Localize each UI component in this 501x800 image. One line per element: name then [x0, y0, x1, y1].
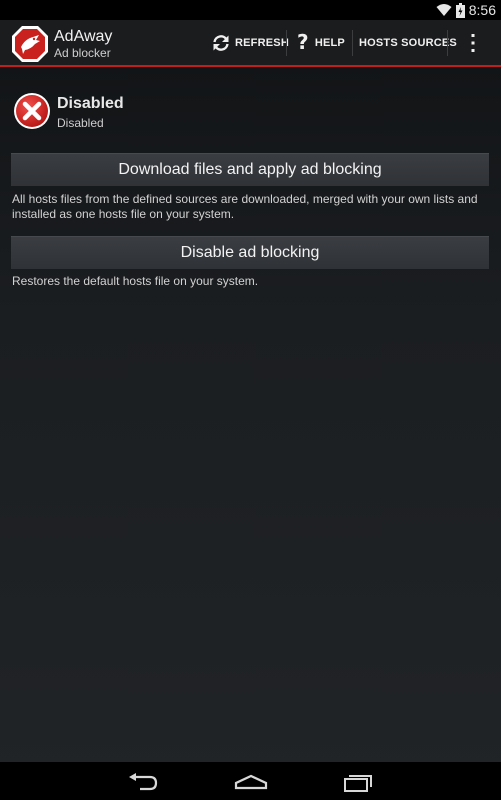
refresh-icon [213, 34, 229, 51]
home-icon[interactable] [234, 774, 268, 790]
adaway-logo-icon[interactable] [11, 25, 49, 63]
download-apply-button[interactable]: Download files and apply ad blocking [11, 153, 489, 186]
clock: 8:56 [468, 2, 496, 18]
action-divider [447, 30, 448, 56]
refresh-button[interactable]: REFRESH [211, 20, 289, 65]
disable-description: Restores the default hosts file on your … [12, 274, 259, 288]
recent-apps-icon[interactable] [343, 772, 373, 792]
wifi-icon [436, 4, 452, 16]
action-bar: AdAway Ad blocker REFRESH ? HELP HOSTS S… [0, 20, 501, 67]
status-bar: 8:56 [0, 0, 501, 20]
help-label: HELP [314, 36, 345, 49]
action-divider [286, 30, 287, 56]
hosts-sources-label: HOSTS SOURCES [359, 36, 457, 49]
help-button[interactable]: ? HELP [297, 20, 345, 65]
back-icon[interactable] [128, 773, 158, 791]
overflow-menu-icon[interactable] [465, 31, 481, 55]
battery-icon [456, 3, 465, 18]
action-divider [352, 30, 353, 56]
error-x-icon [14, 93, 50, 129]
app-title: AdAway [54, 28, 113, 45]
navigation-bar [0, 762, 501, 800]
app-subtitle: Ad blocker [54, 46, 111, 60]
help-icon: ? [297, 29, 309, 54]
download-description: All hosts files from the defined sources… [12, 192, 478, 221]
hosts-sources-button[interactable]: HOSTS SOURCES [359, 20, 457, 65]
screen: 8:56 AdAway Ad blocker REFRESH ? HELP HO… [0, 0, 501, 800]
status-title: Disabled [57, 95, 124, 112]
disable-ad-blocking-button[interactable]: Disable ad blocking [11, 236, 489, 269]
status-subtitle: Disabled [57, 116, 104, 130]
refresh-label: REFRESH [235, 36, 289, 49]
